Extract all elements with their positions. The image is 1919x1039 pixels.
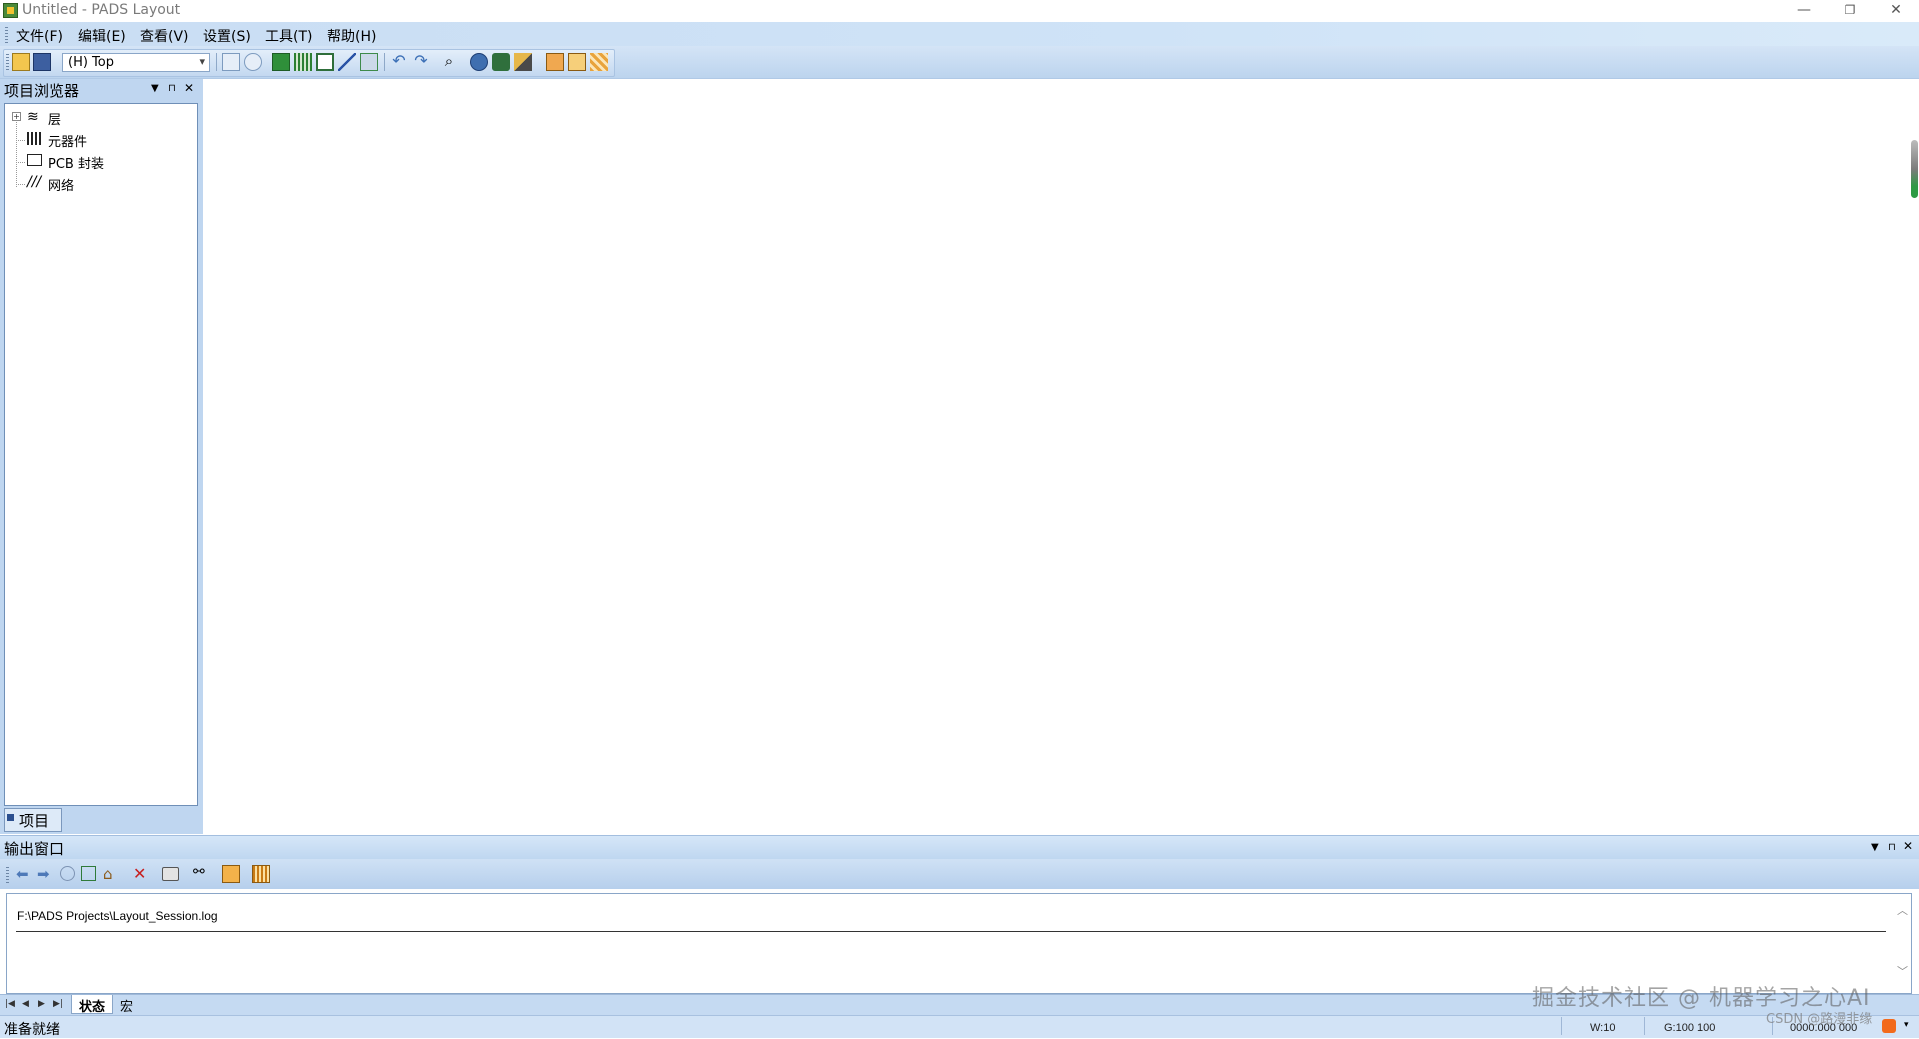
status-divider [1644, 1017, 1645, 1035]
output-close-icon[interactable]: ✕ [1903, 839, 1913, 853]
output-log-path: F:\PADS Projects\Layout_Session.log [17, 909, 218, 923]
notification-icon[interactable] [1882, 1019, 1896, 1033]
tree-guide-line [16, 140, 25, 142]
refresh-icon[interactable] [244, 53, 262, 71]
window-mode-icon[interactable] [568, 53, 586, 71]
title-bar [0, 0, 1919, 22]
minimize-button[interactable]: — [1781, 0, 1827, 22]
menu-view[interactable]: 查看(V) [140, 26, 189, 46]
project-tab-icon [7, 814, 14, 821]
tree-guide-line [16, 184, 25, 186]
route-toolbar-icon[interactable] [294, 53, 312, 71]
status-grid: G:100 100 [1664, 1022, 1716, 1034]
nets-icon: /// [27, 174, 42, 190]
output-pin-icon[interactable]: ⊓ [1888, 842, 1896, 853]
output-window-header [0, 835, 1919, 860]
zoom-icon[interactable]: ⌕ [440, 53, 458, 71]
output-window-title: 输出窗口 [4, 840, 65, 858]
status-bar [0, 1015, 1919, 1038]
tree-item-components[interactable]: 元器件 [48, 131, 87, 150]
forward-arrow-icon[interactable]: ➡ [37, 865, 50, 883]
watermark-credit: CSDN @路漫非缘 [1766, 1012, 1873, 1027]
view-icon[interactable] [470, 53, 488, 71]
tree-item-nets[interactable]: 网络 [48, 175, 74, 194]
home-icon[interactable]: ⌂ [103, 865, 113, 883]
output-toolbar-grip[interactable] [6, 867, 9, 883]
design-toolbar-icon[interactable] [272, 53, 290, 71]
save-icon[interactable] [33, 53, 51, 71]
scroll-up-icon[interactable]: ︿ [1897, 902, 1908, 918]
components-icon [27, 132, 43, 145]
menu-help[interactable]: 帮助(H) [327, 26, 376, 46]
visibility-icon[interactable] [492, 53, 510, 71]
edit-pen-icon[interactable] [222, 865, 240, 883]
window-title: Untitled - PADS Layout [22, 2, 181, 18]
filter-icon[interactable] [590, 53, 608, 71]
status-ready-text: 准备就绪 [4, 1022, 60, 1038]
ecO-toolbar-icon[interactable] [360, 53, 378, 71]
panel-menu-icon[interactable]: ▼ [151, 83, 159, 94]
clear-icon[interactable]: ✕ [133, 864, 146, 883]
refresh-page-icon[interactable] [81, 866, 96, 881]
tree-guide-line [16, 122, 18, 187]
close-panel-icon[interactable]: ✕ [184, 81, 194, 95]
undo-icon[interactable]: ↶ [390, 53, 408, 71]
layers-icon: ≋ [27, 109, 39, 125]
menu-edit[interactable]: 编辑(E) [78, 26, 126, 46]
chevron-down-icon: ▾ [199, 55, 205, 68]
close-button[interactable]: ✕ [1873, 0, 1919, 22]
back-arrow-icon[interactable]: ⬅ [16, 865, 29, 883]
scroll-down-icon[interactable]: ﹀ [1897, 963, 1908, 979]
dimension-toolbar-icon[interactable] [338, 53, 356, 71]
tab-next-icon[interactable]: ▶ [38, 999, 45, 1009]
tree-expand-icon[interactable]: + [12, 112, 21, 121]
design-canvas[interactable] [205, 79, 1919, 834]
pads-app-icon [3, 3, 18, 18]
pcb-decal-icon [27, 154, 42, 166]
menu-tools[interactable]: 工具(T) [265, 26, 312, 46]
output-divider [16, 931, 1886, 932]
drafting-toolbar-icon[interactable] [316, 53, 334, 71]
copy-window-icon[interactable] [222, 53, 240, 71]
menu-file[interactable]: 文件(F) [16, 26, 63, 46]
status-expand-icon[interactable]: ▾ [1904, 1020, 1909, 1030]
layer-select-value: (H) Top [68, 55, 114, 70]
tree-item-layers[interactable]: 层 [48, 109, 61, 128]
layer-select[interactable]: (H) Top ▾ [62, 53, 210, 72]
toolbar-grip[interactable] [6, 54, 9, 70]
grid-view-icon[interactable] [252, 865, 270, 883]
project-browser-title: 项目浏览器 [4, 82, 80, 100]
brush-icon[interactable] [514, 53, 532, 71]
pin-icon[interactable]: ⊓ [168, 83, 176, 94]
toolbar-separator [384, 53, 385, 71]
stop-icon[interactable] [60, 866, 75, 881]
canvas-scrollbar-thumb[interactable] [1911, 140, 1918, 198]
tab-last-icon[interactable]: ▶| [53, 999, 63, 1009]
status-width: W:10 [1590, 1022, 1616, 1034]
print-icon[interactable] [162, 867, 179, 881]
tab-status-label: 状态 [79, 1000, 106, 1015]
output-toolbar [0, 859, 1919, 889]
redo-icon[interactable]: ↷ [412, 53, 430, 71]
restore-button[interactable]: ❐ [1827, 0, 1873, 22]
menubar-grip[interactable] [5, 27, 8, 43]
status-divider [1561, 1017, 1562, 1035]
select-mode-icon[interactable] [546, 53, 564, 71]
tab-project-label: 项目 [19, 812, 50, 830]
find-icon[interactable]: ⚯ [193, 864, 205, 880]
output-log-area[interactable] [6, 893, 1912, 994]
output-menu-icon[interactable]: ▼ [1871, 842, 1879, 853]
tab-prev-icon[interactable]: ◀ [22, 999, 29, 1009]
tree-item-pcb-decals[interactable]: PCB 封装 [48, 153, 104, 172]
tab-first-icon[interactable]: |◀ [5, 999, 15, 1009]
toolbar-separator [216, 53, 217, 71]
menu-setup[interactable]: 设置(S) [203, 26, 251, 46]
tree-guide-line [16, 162, 25, 164]
open-folder-icon[interactable] [12, 53, 30, 71]
project-tree [4, 103, 198, 806]
tab-macro-label[interactable]: 宏 [120, 996, 133, 1015]
